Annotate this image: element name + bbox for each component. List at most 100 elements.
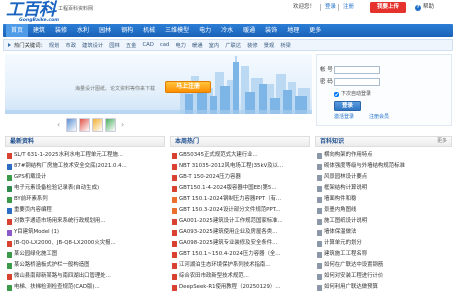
nav-item[interactable]: 三维模型 (160, 24, 194, 37)
list-item[interactable]: JB-Q0-LX2000、JB-Q8-LX2000火灾报... (5, 238, 165, 249)
hot-keyword-link[interactable]: CAD (142, 42, 153, 48)
nav-item[interactable]: 装饰 (260, 24, 282, 37)
list-item[interactable]: GA001-2025建筑设计工作规范国家标准... (170, 216, 310, 227)
register-now-button[interactable]: 马上注册 (165, 81, 211, 93)
list-item[interactable]: 重要页内容编程 (5, 205, 165, 216)
list-item-title[interactable]: DeepSeek-R1使用教程（20250129）... (179, 282, 280, 293)
list-item-title[interactable]: 微山县南部新某路与南四湖出口管理处... (14, 271, 111, 282)
list-item[interactable]: GBT 150.3-2024设计部分文件规范PPT... (170, 205, 310, 216)
3d-model-thumb-icon[interactable] (79, 118, 90, 132)
hot-keyword-link[interactable]: 景观 (264, 41, 275, 49)
list-item-title[interactable]: BY前环素系列 (14, 194, 48, 205)
list-item[interactable]: 某公园绿化施工图 (5, 249, 165, 260)
list-item-title[interactable]: SL/T 631-1-2025水利水电工程单元工程施... (14, 150, 123, 161)
list-item-title[interactable]: GBT 150.3-2024设计部分文件规范PPT... (179, 205, 280, 216)
list-item[interactable]: 风景园林设计要点 (315, 172, 452, 183)
list-item[interactable]: 如何在广联达中设置钢筋 (315, 260, 452, 271)
help-link[interactable]: 帮助 (423, 4, 434, 11)
list-item-title[interactable]: GBT150.1-4-2024版容器中国EE(第5... (179, 183, 276, 194)
chevron-left-icon[interactable]: ‹ (57, 120, 60, 130)
list-item-title[interactable]: 景墨内角图线 (324, 205, 356, 216)
list-item-title[interactable]: GA098-2025建筑专业装修及安全条件... (179, 238, 277, 249)
list-item[interactable]: 景墨内角图线 (315, 205, 452, 216)
list-item-title[interactable]: GA093-2025建筑使用企业及房屋各类... (179, 227, 277, 238)
chevron-right-icon[interactable]: › (121, 120, 124, 130)
nav-item[interactable]: 更多 (304, 24, 326, 37)
login-link[interactable]: 登录 (320, 4, 336, 11)
list-item-title[interactable]: GBT 150.1~150.4-2024压力容器（全... (179, 249, 280, 260)
nav-item[interactable]: 首页 (6, 24, 29, 37)
activate-login-link[interactable]: 激活登录 (334, 114, 354, 121)
list-item[interactable]: GBT 150.1~150.4-2024压力容器（全... (170, 249, 310, 260)
list-item[interactable]: 87#钢结构厂房施工技术安全交底(2021.0.4... (5, 161, 165, 172)
hot-keyword-link[interactable]: 建筑设计 (82, 41, 103, 49)
list-item[interactable]: 微山县南部新某路与南四湖出口管理处... (5, 271, 165, 282)
list-item[interactable]: GA093-2025建筑使用企业及房屋各类... (170, 227, 310, 238)
nav-item[interactable]: 冷水 (216, 24, 238, 37)
list-item[interactable]: GA098-2025建筑专业装修及安全条件... (170, 238, 310, 249)
list-item-title[interactable]: 墙面构件和稳 (324, 194, 356, 205)
list-item-title[interactable]: 某公路桥涵板式护栏一般构造图 (14, 260, 89, 271)
list-item[interactable]: GB-T 150-2024压力容器 (170, 172, 310, 183)
nav-item[interactable]: 地理 (282, 24, 304, 37)
list-item-title[interactable]: GB-T 150-2024压力容器 (179, 172, 241, 183)
hot-keyword-link[interactable]: 园林 (109, 41, 120, 49)
list-item-title[interactable]: 计算单元的划分 (324, 238, 362, 249)
list-item-title[interactable]: Y目建筑Model (1) (14, 227, 59, 238)
list-item-title[interactable]: 墙体保温做法 (324, 227, 356, 238)
list-item-title[interactable]: 某公园绿化施工图 (14, 249, 57, 260)
list-item[interactable]: GPS机载设计 (5, 172, 165, 183)
list-item[interactable]: GBT150.1-4-2024版容器中国EE(第5... (170, 183, 310, 194)
list-item[interactable]: GBT 150.1-2024钢制压力容器PPT（有... (170, 194, 310, 205)
hot-keyword-link[interactable]: 规划 (49, 41, 60, 49)
list-item-title[interactable]: 框架结构计算说明 (324, 183, 367, 194)
list-item[interactable]: 墙面构件和稳 (315, 194, 452, 205)
list-item-title[interactable]: GPS机载设计 (14, 172, 46, 183)
list-item[interactable]: Y目建筑Model (1) (5, 227, 165, 238)
nav-item[interactable]: 园林 (94, 24, 116, 37)
list-item-title[interactable]: GA001-2025建筑设计工作规范国家标准... (179, 216, 283, 227)
list-item-title[interactable]: 砌体强度等级与外墙结构规范标准 (324, 161, 405, 172)
list-item-title[interactable]: GB50345正式规范式大建行业... (179, 150, 258, 161)
list-item[interactable]: 电梯、扶梯检测检查规范(CAD版)... (5, 282, 165, 293)
list-item[interactable]: 综合农田市政新型技术规范... (170, 271, 310, 282)
cad-drawing-thumb-icon[interactable] (66, 118, 77, 132)
hot-keyword-link[interactable]: 桥梁 (280, 41, 291, 49)
login-submit-button[interactable]: 登录 (334, 101, 361, 111)
hot-keyword-link[interactable]: 暖通 (192, 41, 203, 49)
list-item-title[interactable]: 电梯、扶梯检测检查规范(CAD版)... (14, 282, 100, 293)
nav-item[interactable]: 暖通 (238, 24, 260, 37)
list-item[interactable]: 横向构架的作用特点 (315, 150, 452, 161)
list-item[interactable]: NBT 31035-2012风电场工程(35kV及以... (170, 161, 310, 172)
landscape-thumb-icon[interactable] (105, 118, 116, 132)
hot-keyword-link[interactable]: 五金 (126, 41, 137, 49)
list-item-title[interactable]: 如何在广联达中设置钢筋 (324, 260, 383, 271)
list-item[interactable]: 施工图纸设计说明 (315, 216, 452, 227)
list-item-title[interactable]: 电子元素设备检验记录表(自动生成) (14, 183, 99, 194)
nav-item[interactable]: 电力 (194, 24, 216, 37)
hot-keyword-link[interactable]: cad (160, 42, 170, 48)
list-item-title[interactable]: 如何利用广联达做预算 (324, 282, 378, 293)
list-item[interactable]: 框架结构计算说明 (315, 183, 452, 194)
list-item-title[interactable]: 施工图纸设计说明 (324, 216, 367, 227)
list-item-title[interactable]: 对数字通道市场用来系统行政规划用... (14, 216, 105, 227)
nav-item[interactable]: 水利 (72, 24, 94, 37)
list-item[interactable]: 某公路桥涵板式护栏一般构造图 (5, 260, 165, 271)
register-member-link[interactable]: 注册会员 (369, 114, 389, 121)
list-item[interactable]: 江河湖泊生态环境保护系列技术指南... (170, 260, 310, 271)
list-item[interactable]: SL/T 631-1-2025水利水电工程单元工程施... (5, 150, 165, 161)
list-item[interactable]: 墙体保温做法 (315, 227, 452, 238)
list-item-title[interactable]: 综合农田市政新型技术规范... (179, 271, 249, 282)
list-item-title[interactable]: 如何对安装工程进行计价 (324, 271, 383, 282)
list-item-title[interactable]: 建筑施工工程名称 (324, 249, 367, 260)
register-link[interactable]: 注册 (338, 4, 354, 11)
list-item[interactable]: BY前环素系列 (5, 194, 165, 205)
list-item[interactable]: 计算单元的划分 (315, 238, 452, 249)
list-item[interactable]: GB50345正式规范式大建行业... (170, 150, 310, 161)
list-item-title[interactable]: GBT 150.1-2024钢制压力容器PPT（有... (179, 194, 281, 205)
nav-item[interactable]: 钢构 (116, 24, 138, 37)
list-item-title[interactable]: 87#钢结构厂房施工技术安全交底(2021.0.4... (14, 161, 127, 172)
list-item[interactable]: 如何对安装工程进行计价 (315, 271, 452, 282)
account-input[interactable] (334, 66, 380, 74)
help-icon[interactable]: ? (415, 4, 421, 11)
